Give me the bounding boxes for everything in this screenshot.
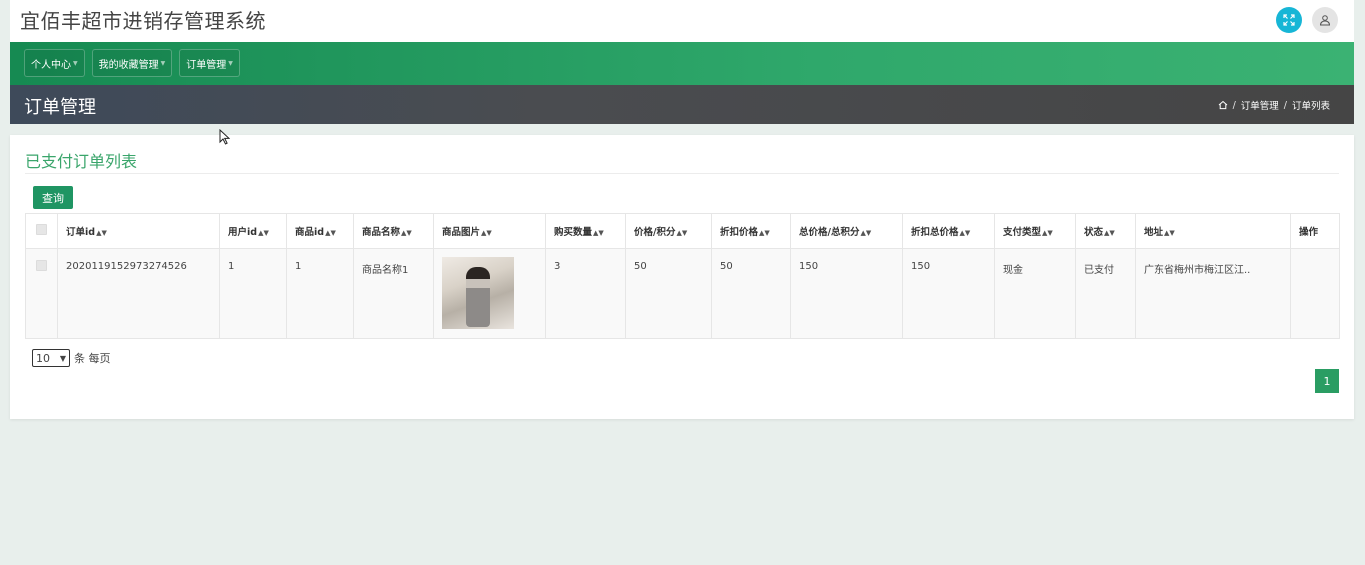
nav-item-orders[interactable]: 订单管理 ▼ <box>179 49 240 77</box>
orders-table: 订单id▲▼ 用户id▲▼ 商品id▲▼ 商品名称▲▼ 商品图片▲▼ 购买数量▲… <box>25 213 1340 339</box>
select-all-checkbox[interactable] <box>36 224 47 235</box>
page-size-select[interactable]: 10 ▼ <box>32 349 70 367</box>
col-status[interactable]: 状态▲▼ <box>1075 213 1136 249</box>
sort-icon: ▲▼ <box>258 229 269 237</box>
caret-down-icon: ▼ <box>228 59 233 67</box>
breadcrumb-item-orders[interactable]: 订单管理 <box>1241 98 1279 112</box>
col-label: 支付类型 <box>1003 227 1042 238</box>
page-header: 订单管理 / 订单管理 / 订单列表 <box>10 85 1354 124</box>
cell-product-id: 1 <box>286 248 354 339</box>
col-product-id[interactable]: 商品id▲▼ <box>286 213 354 249</box>
col-label: 商品名称 <box>362 227 401 238</box>
cell-product-image <box>433 248 546 339</box>
chevron-down-icon: ▼ <box>59 353 66 363</box>
col-order-id[interactable]: 订单id▲▼ <box>57 213 220 249</box>
col-discount-price[interactable]: 折扣价格▲▼ <box>711 213 791 249</box>
user-menu-button[interactable] <box>1312 7 1338 33</box>
sort-icon: ▲▼ <box>593 229 604 237</box>
col-pay-type[interactable]: 支付类型▲▼ <box>994 213 1076 249</box>
cell-product-name: 商品名称1 <box>353 248 434 339</box>
col-label: 商品图片 <box>442 227 481 238</box>
col-label: 地址 <box>1144 227 1164 238</box>
col-label: 状态 <box>1084 227 1104 238</box>
table-header-row: 订单id▲▼ 用户id▲▼ 商品id▲▼ 商品名称▲▼ 商品图片▲▼ 购买数量▲… <box>25 213 1340 249</box>
breadcrumb-separator: / <box>1283 99 1287 111</box>
order-list-card: 已支付订单列表 查询 订单id▲▼ 用户id▲▼ 商品id▲▼ 商品名称▲▼ 商… <box>10 135 1354 419</box>
home-icon[interactable] <box>1218 100 1228 110</box>
col-address[interactable]: 地址▲▼ <box>1135 213 1291 249</box>
col-label: 用户id <box>228 227 258 238</box>
caret-down-icon: ▼ <box>160 59 166 67</box>
per-page-label: 条 每页 <box>74 352 111 365</box>
query-button[interactable]: 查询 <box>33 186 73 209</box>
product-thumbnail[interactable] <box>442 257 514 329</box>
cell-discount-total: 150 <box>902 248 995 339</box>
sort-icon: ▲▼ <box>759 229 770 237</box>
col-label: 折扣总价格 <box>911 227 959 238</box>
sort-icon: ▲▼ <box>96 229 107 237</box>
col-label: 商品id <box>295 227 325 238</box>
sort-icon: ▲▼ <box>1042 229 1053 237</box>
col-label: 折扣价格 <box>720 227 759 238</box>
page-size-value: 10 <box>36 351 50 365</box>
nav-item-label: 个人中心 <box>31 59 71 71</box>
sort-icon: ▲▼ <box>1104 229 1115 237</box>
row-select-cell <box>25 248 58 339</box>
select-all-cell <box>25 213 58 249</box>
col-product-name[interactable]: 商品名称▲▼ <box>353 213 434 249</box>
cell-address: 广东省梅州市梅江区江.. <box>1135 248 1291 339</box>
col-label: 总价格/总积分 <box>799 227 860 238</box>
mouse-cursor-icon <box>219 129 230 145</box>
col-label: 操作 <box>1299 227 1319 238</box>
sort-icon: ▲▼ <box>959 229 971 237</box>
sort-icon: ▲▼ <box>401 229 412 237</box>
row-checkbox[interactable] <box>36 260 47 271</box>
cell-user-id: 1 <box>219 248 287 339</box>
cell-price: 50 <box>625 248 712 339</box>
divider <box>25 173 1339 174</box>
sort-icon: ▲▼ <box>860 229 872 237</box>
col-label: 购买数量 <box>554 227 593 238</box>
breadcrumb-item-list: 订单列表 <box>1291 101 1330 112</box>
breadcrumb: / 订单管理 / 订单列表 <box>1218 98 1330 112</box>
cell-quantity: 3 <box>545 248 626 339</box>
col-price[interactable]: 价格/积分▲▼ <box>625 213 712 249</box>
col-label: 订单id <box>66 227 96 238</box>
col-label: 价格/积分 <box>634 227 676 238</box>
cell-discount-price: 50 <box>711 248 791 339</box>
cell-order-id: 2020119152973274526 <box>57 248 220 339</box>
app-title: 宜佰丰超市进销存管理系统 <box>20 9 266 33</box>
fullscreen-icon <box>1283 14 1295 26</box>
page-button-current[interactable]: 1 <box>1315 369 1339 393</box>
user-icon <box>1319 15 1331 26</box>
top-header: 宜佰丰超市进销存管理系统 <box>10 0 1354 42</box>
breadcrumb-separator: / <box>1232 99 1236 111</box>
page-size-control: 10 ▼ 条 每页 <box>32 349 111 367</box>
sort-icon: ▲▼ <box>481 229 492 237</box>
col-discount-total[interactable]: 折扣总价格▲▼ <box>902 213 995 249</box>
cell-pay-type: 现金 <box>994 248 1076 339</box>
sort-icon: ▲▼ <box>1164 229 1175 237</box>
col-product-image[interactable]: 商品图片▲▼ <box>433 213 546 249</box>
caret-down-icon: ▼ <box>73 59 78 67</box>
col-quantity[interactable]: 购买数量▲▼ <box>545 213 626 249</box>
table-row: 2020119152973274526 1 1 商品名称1 3 50 50 15… <box>25 248 1340 339</box>
sort-icon: ▲▼ <box>676 229 688 237</box>
sort-icon: ▲▼ <box>325 229 336 237</box>
main-nav: 个人中心 ▼ 我的收藏管理 ▼ 订单管理 ▼ <box>10 42 1354 85</box>
cell-total: 150 <box>790 248 903 339</box>
fullscreen-button[interactable] <box>1276 7 1302 33</box>
col-actions: 操作 <box>1290 213 1340 249</box>
card-title: 已支付订单列表 <box>25 152 138 171</box>
nav-item-favorites[interactable]: 我的收藏管理 ▼ <box>91 49 173 77</box>
nav-item-label: 订单管理 <box>186 59 227 71</box>
nav-item-label: 我的收藏管理 <box>98 59 159 71</box>
col-user-id[interactable]: 用户id▲▼ <box>219 213 287 249</box>
col-total[interactable]: 总价格/总积分▲▼ <box>790 213 903 249</box>
page-title: 订单管理 <box>24 97 96 118</box>
nav-item-profile[interactable]: 个人中心 ▼ <box>24 49 85 77</box>
cell-status: 已支付 <box>1075 248 1136 339</box>
cell-actions <box>1290 248 1340 339</box>
